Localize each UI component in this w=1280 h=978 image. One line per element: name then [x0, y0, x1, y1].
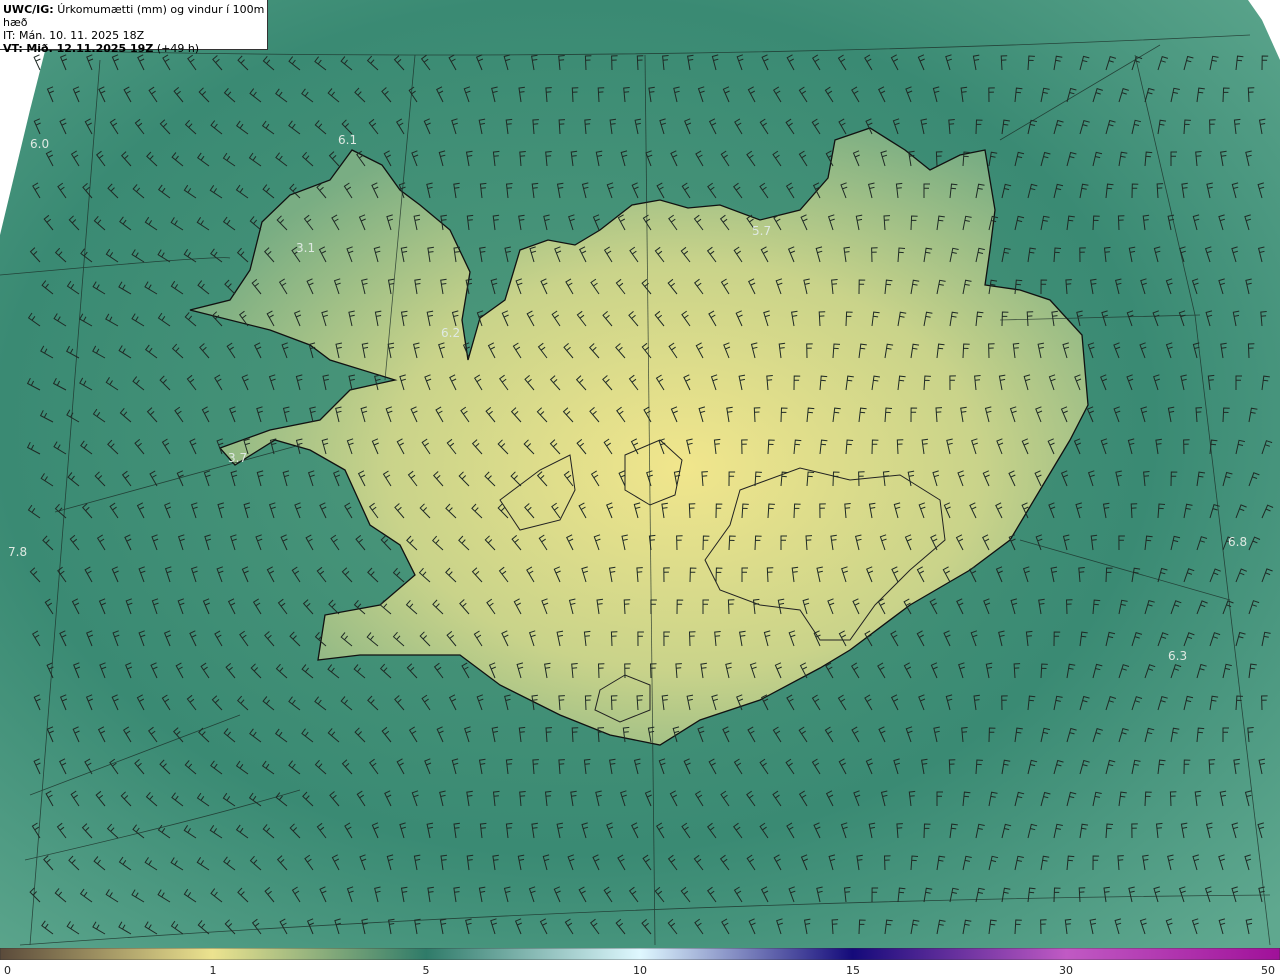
map-value-label: 6.3	[1168, 649, 1187, 663]
valid-time-line: VT: Mið. 12.11.2025 19Z (+49 h)	[3, 42, 267, 55]
vt-value: Mið. 12.11.2025 19Z	[26, 42, 154, 55]
title-line: UWC/IG: Úrkomumætti (mm) og vindur í 100…	[3, 3, 267, 29]
colorbar-tick: 5	[422, 964, 430, 977]
it-label: IT:	[3, 29, 16, 42]
map-value-label: 6.8	[1228, 535, 1247, 549]
colorbar-tick: 50	[1261, 964, 1275, 977]
vt-label: VT:	[3, 42, 23, 55]
it-value: Mán. 10. 11. 2025 18Z	[18, 29, 145, 42]
map-value-label: 3.1	[296, 241, 315, 255]
map-value-label: 6.2	[441, 326, 460, 340]
forecast-info-box: UWC/IG: Úrkomumætti (mm) og vindur í 100…	[0, 0, 268, 55]
map-value-label: 6.1	[338, 133, 357, 147]
model-label: UWC/IG:	[3, 3, 54, 16]
map-canvas: 6.0 6.1 3.1 6.2 5.7 3.7 7.8 6.8 6.3	[0, 0, 1280, 948]
map-value-label: 5.7	[752, 224, 771, 238]
colorbar	[0, 948, 1280, 960]
vt-offset: (+49 h)	[156, 42, 200, 55]
colorbar-tick: 15	[846, 964, 860, 977]
colorbar-tick: 30	[1059, 964, 1073, 977]
map-value-label: 3.7	[228, 451, 247, 465]
colorbar-ticks: 0 1 5 10 15 30 50	[0, 960, 1280, 978]
colorbar-tick: 1	[209, 964, 217, 977]
colorbar-tick: 10	[633, 964, 647, 977]
map-value-label: 6.0	[30, 137, 49, 151]
colorbar-tick: 0	[4, 964, 11, 977]
init-time-line: IT: Mán. 10. 11. 2025 18Z	[3, 29, 267, 42]
map-value-label: 7.8	[8, 545, 27, 559]
